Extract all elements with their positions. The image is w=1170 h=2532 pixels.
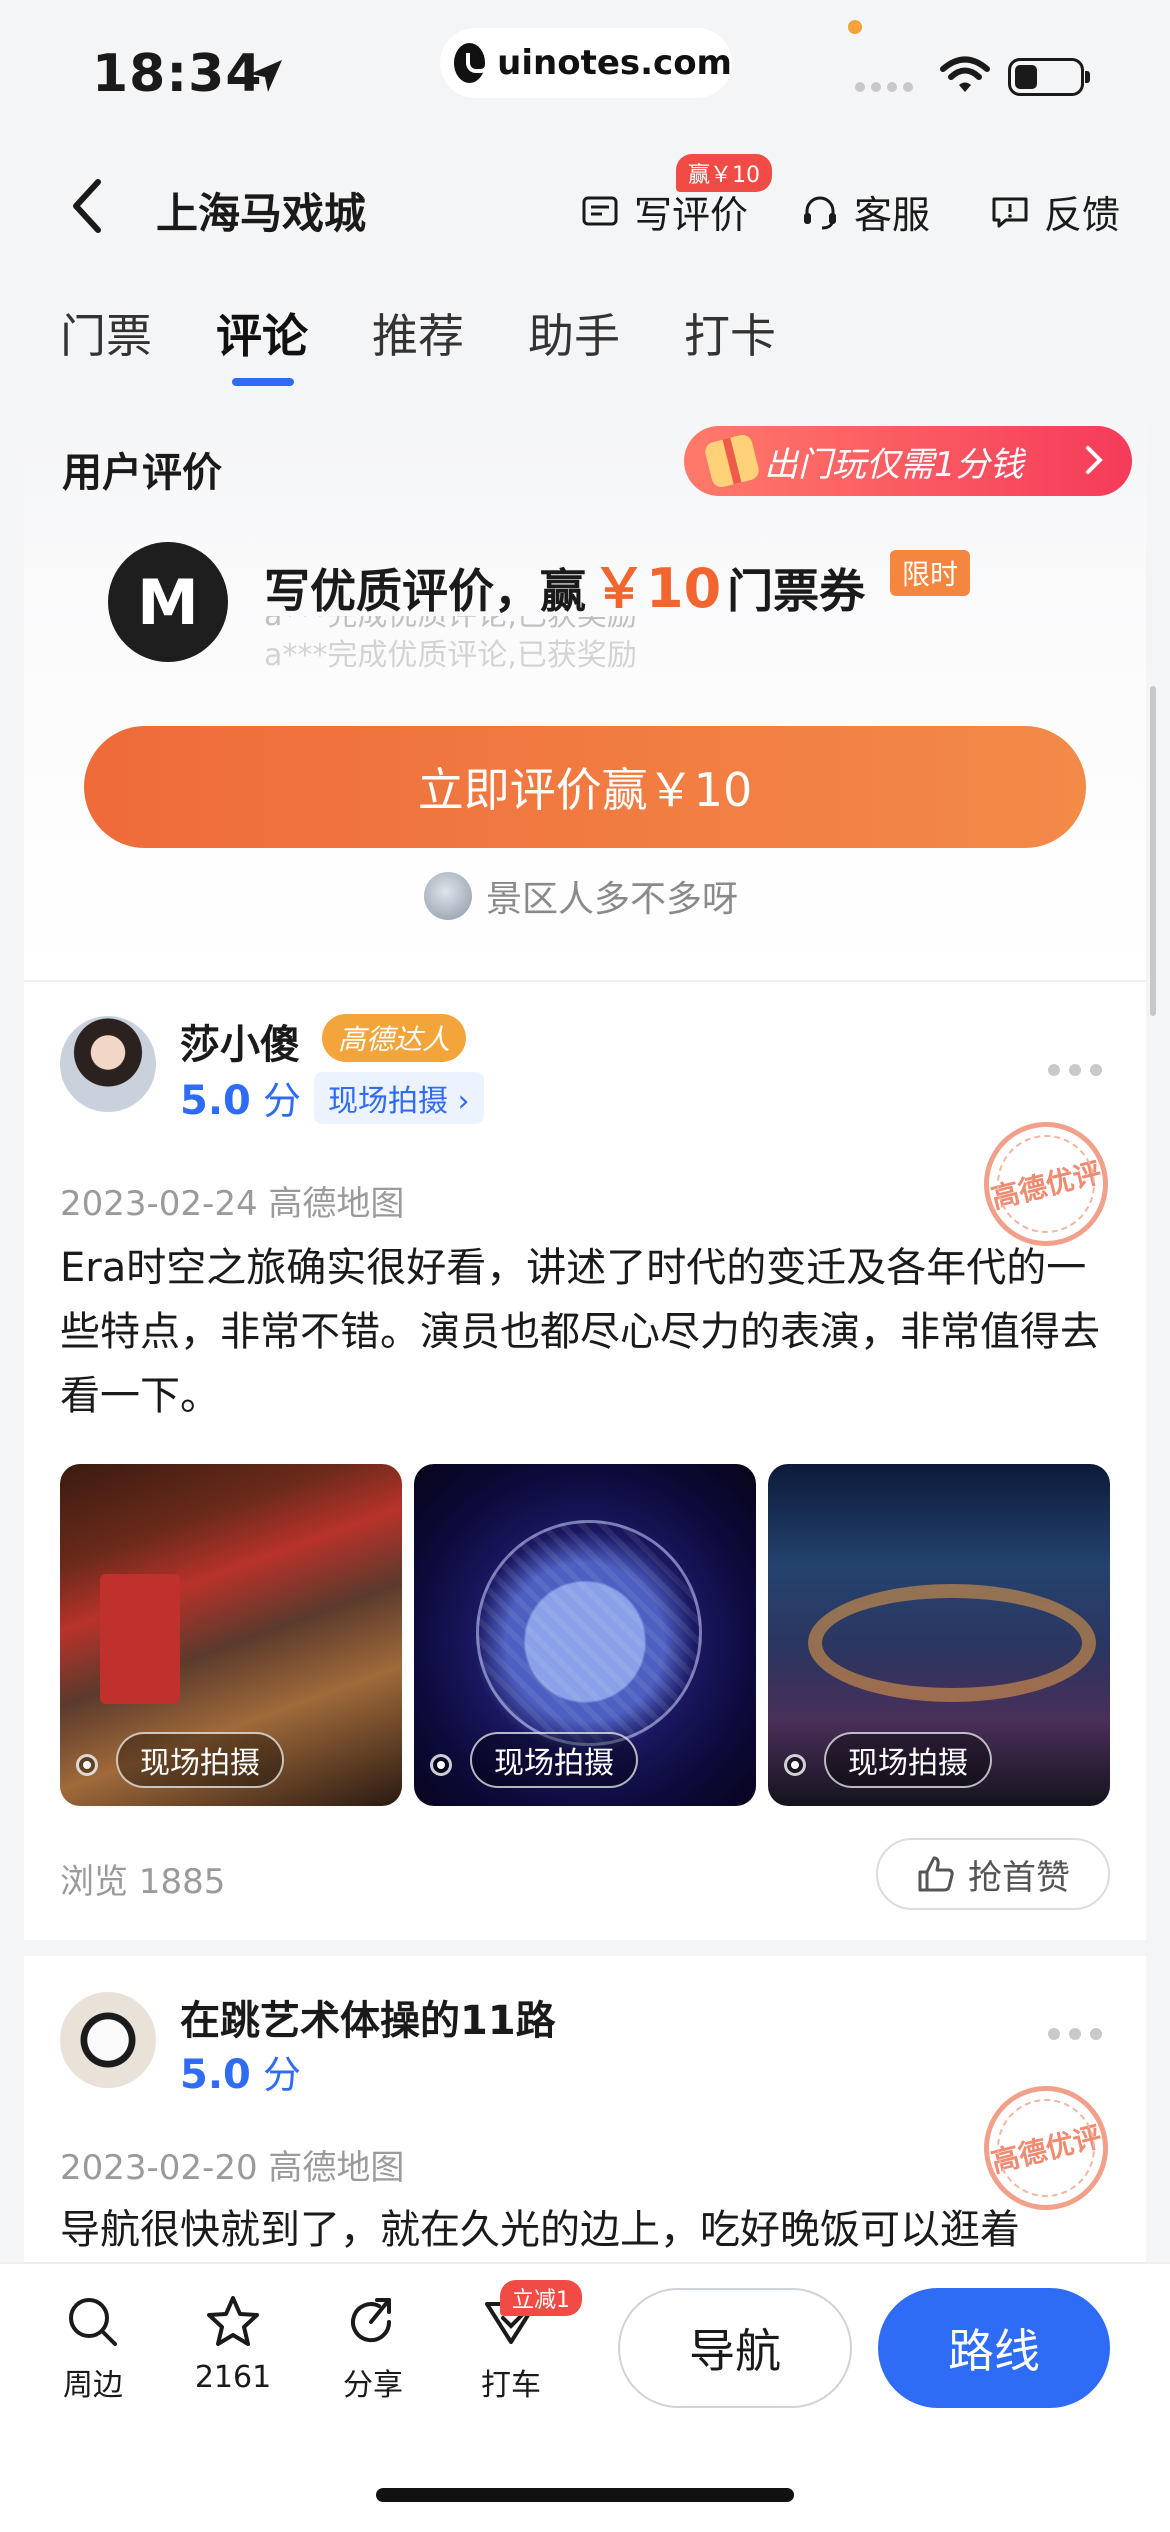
divider <box>24 980 1146 982</box>
review-photo[interactable]: 现场拍摄 <box>60 1464 402 1806</box>
share-button[interactable]: 分享 <box>318 2292 428 2404</box>
limited-time-tag: 限时 <box>890 550 971 596</box>
privacy-dot <box>848 20 862 34</box>
wifi-icon <box>940 56 990 92</box>
navigate-button[interactable]: 导航 <box>618 2288 852 2408</box>
battery-icon <box>1008 58 1090 96</box>
reviews-card: 用户评价 出门玩仅需1分钱 M 写优质评价，赢 ￥10 门票券 限时 a***完… <box>24 402 1146 2412</box>
live-photo-icon <box>430 1754 452 1776</box>
scrollbar[interactable] <box>1150 686 1156 1016</box>
promo-amount: ￥10 <box>592 557 722 620</box>
review-text: 导航很快就到了，就在久光的边上，吃好晚饭可以逛着 <box>60 2207 1020 2253</box>
status-bar: 18:34 uinotes.com <box>0 0 1170 140</box>
rating-unit: 分 <box>262 2053 301 2097</box>
location-arrow-icon <box>250 60 282 92</box>
live-photo-tag-label: 现场拍摄 <box>328 1084 448 1119</box>
promo-banner-text: 出门玩仅需1分钱 <box>764 444 1024 485</box>
avatar[interactable] <box>60 1016 156 1112</box>
page-title: 上海马戏城 <box>156 189 367 238</box>
photo-tag: 现场拍摄 <box>116 1732 284 1788</box>
back-arrow-icon[interactable] <box>64 176 114 236</box>
live-photo-icon <box>76 1754 98 1776</box>
photo-tag: 现场拍摄 <box>824 1732 992 1788</box>
share-label: 分享 <box>343 2368 403 2403</box>
customer-service-label: 客服 <box>854 193 931 237</box>
favorite-count: 2161 <box>194 2360 272 2395</box>
gift-icon <box>703 432 761 490</box>
review-date: 2023-02-20 高德地图 <box>60 2148 405 2188</box>
reviewer-name[interactable]: 在跳艺术体操的11路 <box>180 1988 556 2046</box>
avatar[interactable] <box>60 1992 156 2088</box>
nearby-label: 周边 <box>63 2368 123 2403</box>
rating-unit: 分 <box>262 1079 301 1123</box>
like-button[interactable]: 抢首赞 <box>876 1838 1110 1910</box>
review-photos: 现场拍摄 现场拍摄 现场拍摄 <box>60 1464 1110 1806</box>
user-avatar-icon <box>424 872 472 920</box>
route-button[interactable]: 路线 <box>878 2288 1110 2408</box>
review-text: Era时空之旅确实很好看，讲述了时代的变迁及各年代的一些特点，非常不错。演员也都… <box>60 1245 1100 1419</box>
edit-note-icon <box>582 196 618 225</box>
view-count: 浏览 1885 <box>60 1862 226 1902</box>
reward-ticker: a***完成优质评论,已获奖励 a***完成优质评论,已获奖励 <box>264 616 764 670</box>
thumbs-up-icon <box>918 1856 954 1892</box>
feedback-label: 反馈 <box>1044 193 1121 237</box>
question-hint-text: 景区人多不多呀 <box>486 879 739 920</box>
tab-reviews[interactable]: 评论 <box>216 300 308 390</box>
rating-value: 5.0 <box>180 1078 251 1124</box>
review-photo[interactable]: 现场拍摄 <box>768 1464 1110 1806</box>
tab-assistant[interactable]: 助手 <box>528 300 620 390</box>
rating-value: 5.0 <box>180 2052 251 2098</box>
more-options-icon[interactable] <box>1048 2028 1102 2040</box>
taxi-label: 打车 <box>481 2368 541 2403</box>
like-label: 抢首赞 <box>968 1857 1070 1898</box>
reviewer-name[interactable]: 莎小傻 <box>180 1012 300 1070</box>
home-indicator[interactable] <box>376 2488 794 2502</box>
tab-bar: 门票 评论 推荐 助手 打卡 <box>0 300 1170 400</box>
write-review-button[interactable]: 写评价 <box>580 184 748 239</box>
live-photo-icon <box>784 1754 806 1776</box>
star-icon <box>207 2296 259 2346</box>
rating-score: 5.0 分 <box>180 1070 301 1125</box>
status-time: 18:34 <box>92 44 263 104</box>
section-title: 用户评价 <box>62 450 222 496</box>
photo-tag: 现场拍摄 <box>470 1732 638 1788</box>
review-separator <box>24 1940 1146 1956</box>
search-icon <box>69 2298 117 2346</box>
ticker-item: a***完成优质评论,已获奖励 <box>264 638 637 670</box>
question-hint[interactable]: 景区人多不多呀 <box>424 870 738 922</box>
review-promo-section: 用户评价 出门玩仅需1分钱 M 写优质评价，赢 ￥10 门票券 限时 a***完… <box>24 402 1146 982</box>
brand-logo: M <box>108 542 228 662</box>
feedback-icon <box>992 197 1028 227</box>
signal-icon <box>855 82 915 98</box>
live-photo-tag[interactable]: 现场拍摄 › <box>314 1072 484 1124</box>
review-date: 2023-02-24 高德地图 <box>60 1184 405 1224</box>
promo-head-suffix: 门票券 <box>727 564 866 618</box>
tab-tickets[interactable]: 门票 <box>60 300 152 390</box>
feedback-button[interactable]: 反馈 <box>990 184 1120 239</box>
promo-banner[interactable]: 出门玩仅需1分钱 <box>684 426 1132 496</box>
share-icon <box>351 2298 392 2343</box>
write-review-label: 写评价 <box>634 193 749 237</box>
chevron-right-icon <box>1086 446 1103 474</box>
more-options-icon[interactable] <box>1048 1064 1102 1076</box>
promo-headline: 写优质评价，赢 ￥10 门票券 <box>264 544 865 623</box>
url-pill[interactable]: uinotes.com <box>440 28 732 98</box>
review-photo[interactable]: 现场拍摄 <box>414 1464 756 1806</box>
headset-icon <box>804 196 836 229</box>
site-logo-icon <box>454 43 491 83</box>
taxi-discount-badge: 立减1 <box>500 2280 582 2316</box>
promo-head-prefix: 写优质评价，赢 <box>264 564 586 618</box>
nearby-button[interactable]: 周边 <box>38 2292 148 2404</box>
tab-recommend[interactable]: 推荐 <box>372 300 464 390</box>
ticker-item: a***完成优质评论,已获奖励 <box>264 616 764 636</box>
customer-service-button[interactable]: 客服 <box>800 184 930 239</box>
rating-score: 5.0 分 <box>180 2044 301 2099</box>
nav-header: 上海马戏城 写评价 赢￥10 客服 反馈 <box>0 140 1170 270</box>
tab-checkin[interactable]: 打卡 <box>684 300 776 390</box>
url-text: uinotes.com <box>497 43 732 83</box>
reward-badge: 赢￥10 <box>676 154 772 192</box>
favorite-button[interactable]: 2161 <box>178 2292 288 2395</box>
expert-badge: 高德达人 <box>322 1014 467 1062</box>
review-now-button[interactable]: 立即评价赢￥10 <box>84 726 1086 848</box>
